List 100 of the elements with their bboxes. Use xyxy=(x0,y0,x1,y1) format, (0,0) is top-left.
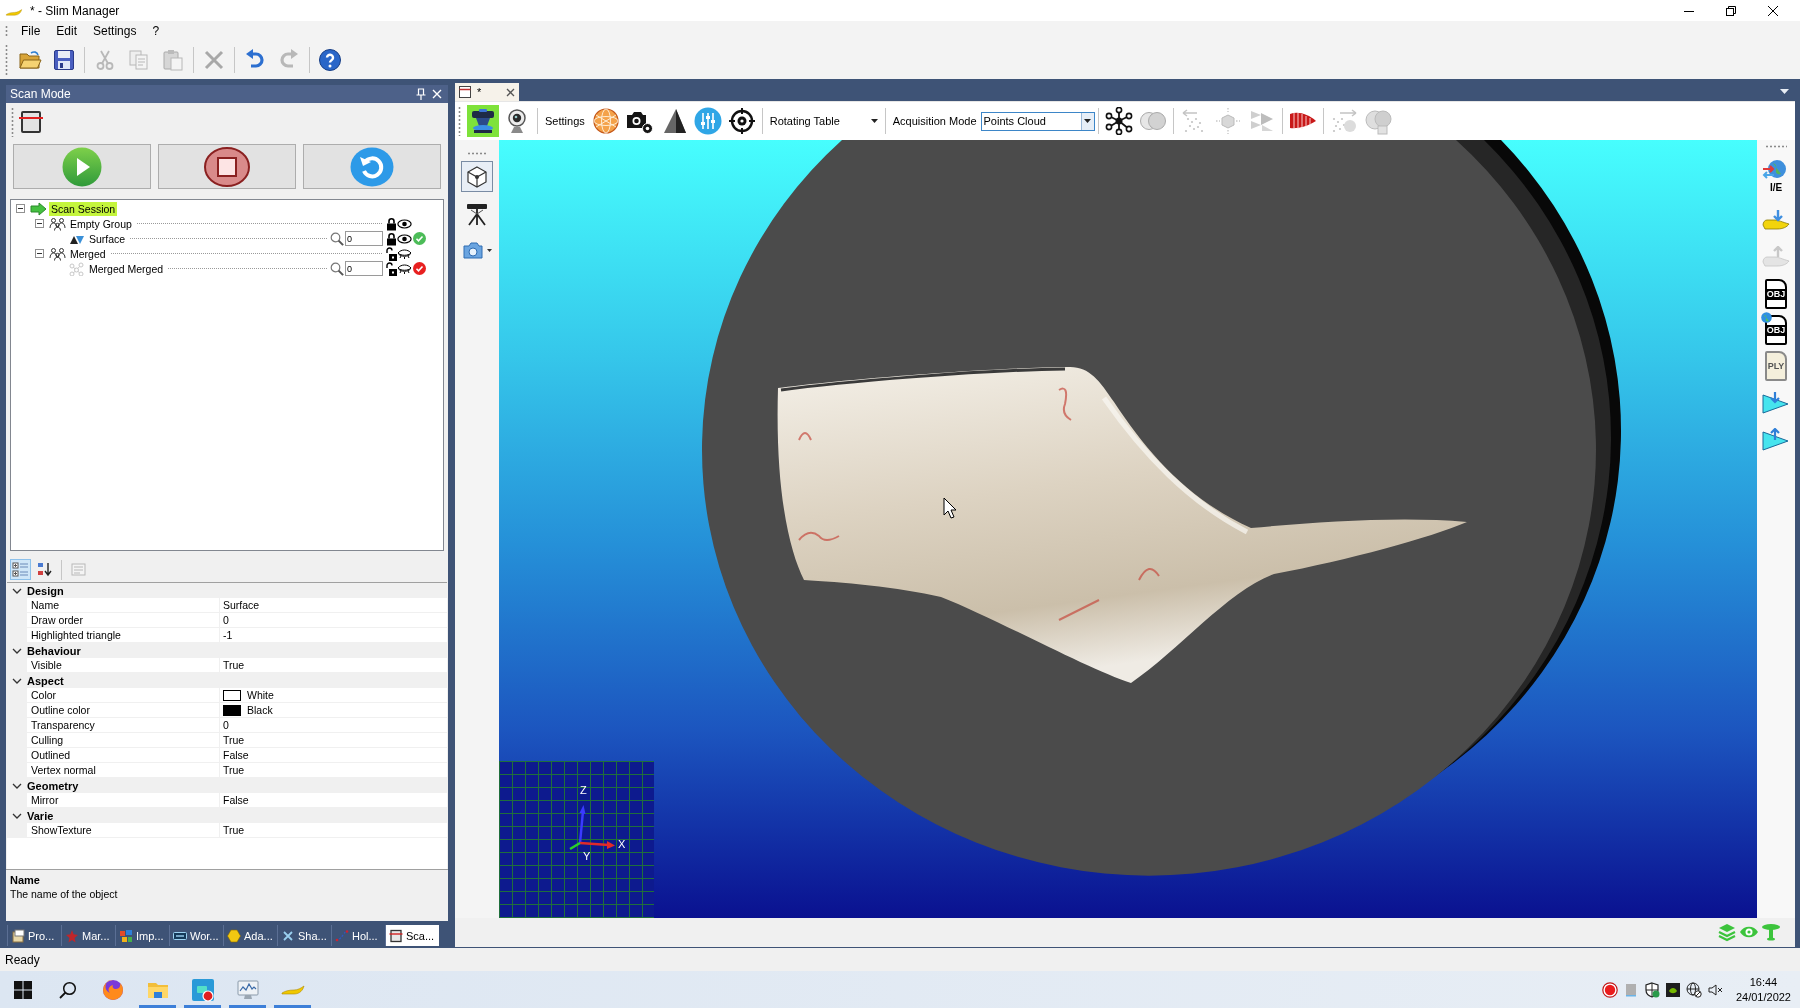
description-text: The name of the object xyxy=(10,888,119,900)
people-icon xyxy=(49,246,66,261)
filter-field[interactable]: 0 xyxy=(345,231,383,246)
clock[interactable]: 16:44 24/01/2022 xyxy=(1735,974,1791,1005)
eye-closed-icon[interactable] xyxy=(397,248,412,259)
triangle-arrow-down-icon xyxy=(1762,390,1790,415)
property-pages-icon xyxy=(70,561,87,578)
status-text: Ready xyxy=(5,952,40,967)
curve-icon xyxy=(335,928,349,943)
close-icon xyxy=(506,87,515,97)
scan-mode-button[interactable] xyxy=(19,110,43,134)
tree-item[interactable]: Empty Group xyxy=(68,216,134,231)
collapse-icon[interactable] xyxy=(16,204,25,213)
category-title: Aspect xyxy=(27,674,64,687)
monitor-icon xyxy=(235,977,260,1002)
menu-item[interactable]: ? xyxy=(144,21,168,40)
property-name: Color xyxy=(27,688,219,703)
mute-icon[interactable] xyxy=(1706,981,1723,998)
layers-toggle[interactable] xyxy=(1717,922,1737,943)
obj-file-button[interactable]: OBJ xyxy=(1765,279,1787,309)
property-value: 0 xyxy=(223,614,229,626)
close-tab-button[interactable] xyxy=(506,87,515,97)
blocks-icon xyxy=(119,928,133,943)
tree-item[interactable]: Merged xyxy=(68,246,108,261)
reset-button[interactable] xyxy=(303,144,441,189)
category-title: Behaviour xyxy=(27,644,81,657)
lock-icon[interactable] xyxy=(385,231,397,246)
grip-handle[interactable] xyxy=(5,44,8,75)
arrow-right-icon xyxy=(30,201,47,216)
sliders-icon xyxy=(693,107,722,135)
y-axis-line xyxy=(569,841,581,851)
property-value: True xyxy=(223,659,245,671)
tree-item[interactable]: Merged Merged xyxy=(87,261,166,276)
collapse-icon[interactable] xyxy=(35,219,44,228)
axis-label: Z xyxy=(580,784,587,796)
shoe-last-model[interactable] xyxy=(777,367,1467,683)
panel-tab[interactable]: Pro... xyxy=(7,925,61,946)
scanner-icon xyxy=(469,107,497,135)
grip-handle[interactable] xyxy=(458,106,461,136)
grip-handle[interactable] xyxy=(467,152,487,155)
filter-field[interactable]: 0 xyxy=(345,261,383,276)
gpu-icon[interactable] xyxy=(1664,981,1681,998)
window-icon xyxy=(459,86,471,98)
menu-item[interactable]: File xyxy=(13,21,49,40)
record-icon[interactable] xyxy=(1601,981,1618,998)
property-name: Culling xyxy=(27,733,219,748)
unlock-icon[interactable] xyxy=(385,246,397,261)
property-name: Outlined xyxy=(27,748,219,763)
panel-tab[interactable]: Sca... xyxy=(385,925,439,946)
cube-icon xyxy=(465,164,489,189)
panel-title: Scan Mode xyxy=(10,87,71,101)
menu-item[interactable]: Edit xyxy=(48,21,86,40)
grip-handle[interactable] xyxy=(5,25,8,36)
eye-closed-icon[interactable] xyxy=(397,263,412,274)
document-tab[interactable]: * xyxy=(455,83,519,101)
property-value: 0 xyxy=(223,719,229,731)
triangle-arrow-up-icon xyxy=(1762,427,1790,452)
panel-tab[interactable]: Ada... xyxy=(223,925,277,946)
eye-icon[interactable] xyxy=(397,233,412,244)
window-title: * - Slim Manager xyxy=(30,3,120,18)
menu-item[interactable]: Settings xyxy=(85,21,145,40)
scanner-button[interactable] xyxy=(467,105,499,137)
property-value: False xyxy=(223,749,249,761)
categorized-view-button[interactable] xyxy=(10,559,31,580)
cube-view-button[interactable] xyxy=(461,161,493,192)
panel-tab[interactable]: Imp... xyxy=(115,925,169,946)
acquisition-mode-label: Acquisition Mode xyxy=(892,115,977,127)
3d-viewport[interactable]: Z X Y xyxy=(499,140,1757,918)
caret-down-icon xyxy=(487,249,492,252)
tripod-toggle[interactable] xyxy=(1761,922,1781,943)
tree-item[interactable]: Surface xyxy=(87,231,128,246)
tree-item[interactable]: Scan Session xyxy=(49,201,118,216)
property-name: Outline color xyxy=(27,703,219,718)
collapse-icon[interactable] xyxy=(35,249,44,258)
property-name: Vertex normal xyxy=(27,763,219,778)
globe-icon[interactable] xyxy=(1685,981,1702,998)
categorized-icon xyxy=(12,561,29,578)
grip-handle[interactable] xyxy=(11,107,14,137)
clipboard-icon xyxy=(11,928,25,943)
caret-down-icon xyxy=(1780,89,1789,95)
eye-icon[interactable] xyxy=(397,218,412,229)
turntable-dropdown[interactable]: Rotating Table xyxy=(765,110,882,132)
start-scan-button[interactable] xyxy=(13,144,151,189)
z-axis-line xyxy=(578,805,586,844)
import-export-button[interactable]: I/E xyxy=(1759,151,1793,201)
windows-logo-icon xyxy=(13,980,32,999)
cross-icon xyxy=(281,928,295,943)
panel-tab[interactable]: Mar... xyxy=(61,925,115,946)
hexagon-icon xyxy=(227,928,241,943)
grip-handle[interactable] xyxy=(1765,145,1787,148)
settings-button[interactable]: Settings xyxy=(541,109,589,133)
panel-tab[interactable]: Sha... xyxy=(277,925,331,946)
stop-scan-button[interactable] xyxy=(158,144,296,189)
lock-icon[interactable] xyxy=(385,216,397,231)
pin-icon xyxy=(416,88,426,100)
acquisition-mode-select[interactable]: Points Cloud xyxy=(980,111,1095,131)
shield-icon[interactable] xyxy=(1643,981,1660,998)
ply-file-button[interactable]: PLY xyxy=(1765,351,1787,381)
panel-tab[interactable]: Wor... xyxy=(169,925,223,946)
unlock-icon[interactable] xyxy=(385,261,397,276)
